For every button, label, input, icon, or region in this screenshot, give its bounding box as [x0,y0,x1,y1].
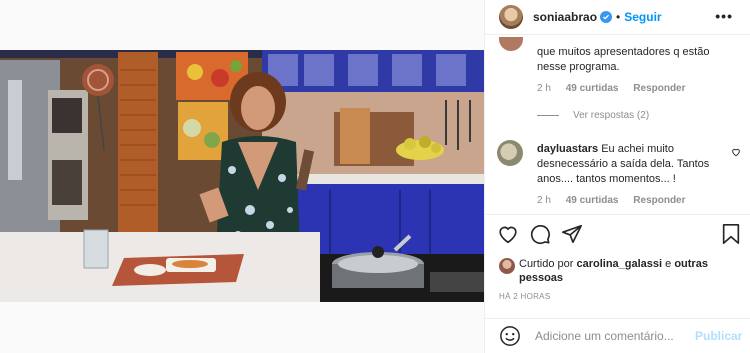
kitchen-scene-image [0,50,484,302]
comment-username[interactable]: dayluastars [537,143,598,155]
comment-text: que muitos apresentadores q estão nesse … [537,46,710,73]
author-avatar[interactable] [499,5,523,29]
bookmark-icon[interactable] [721,223,741,245]
comment-text: dayluastars Eu achei muito desnecessário… [537,142,727,187]
comment-meta: 2 h 49 curtidas Responder [537,195,698,206]
post-side-panel: soniaabrao • Seguir ••• que muitos apres… [484,0,750,353]
header-separator: • [616,10,621,24]
liker-username[interactable]: carolina_galassi [576,258,662,270]
reply-button[interactable]: Responder [633,195,685,206]
comment-avatar[interactable] [499,37,523,51]
post-header: soniaabrao • Seguir ••• [485,0,750,34]
comment-avatar[interactable] [497,140,523,166]
share-icon[interactable] [561,223,583,245]
comment-like-icon[interactable] [731,147,741,157]
likes-conj: e [662,258,675,270]
comment-time: 2 h [537,195,551,206]
comment-meta: 2 h 49 curtidas Responder [537,83,698,94]
likes-summary: Curtido por carolina_galassi e outras pe… [499,257,709,285]
heart-icon[interactable] [497,223,519,245]
more-options-icon[interactable]: ••• [715,8,733,24]
add-comment-bar: Publicar [485,318,750,353]
author-username[interactable]: soniaabrao [533,10,597,24]
post-card: soniaabrao • Seguir ••• que muitos apres… [0,0,750,353]
view-replies-button[interactable]: Ver respostas (2) [537,110,649,121]
emoji-icon[interactable] [499,325,521,347]
post-timestamp[interactable]: HÁ 2 HORAS [499,292,550,301]
comment-likes[interactable]: 49 curtidas [566,83,619,94]
view-replies-label: Ver respostas (2) [573,110,650,121]
follow-button[interactable]: Seguir [624,10,661,24]
comment-icon[interactable] [529,223,551,245]
liker-avatar[interactable] [499,258,515,274]
comment-input[interactable] [535,329,685,343]
reply-button[interactable]: Responder [633,83,685,94]
post-media-video[interactable] [0,50,484,302]
replies-divider [537,115,559,116]
likes-text: Curtido por carolina_galassi e outras pe… [519,257,709,285]
verified-badge-icon [600,11,613,23]
post-actions [485,214,750,254]
publish-button[interactable]: Publicar [695,329,742,343]
comment-likes[interactable]: 49 curtidas [566,195,619,206]
likes-prefix: Curtido por [519,258,577,270]
comments-list[interactable]: que muitos apresentadores q estão nesse … [485,34,750,214]
comment-time: 2 h [537,83,551,94]
